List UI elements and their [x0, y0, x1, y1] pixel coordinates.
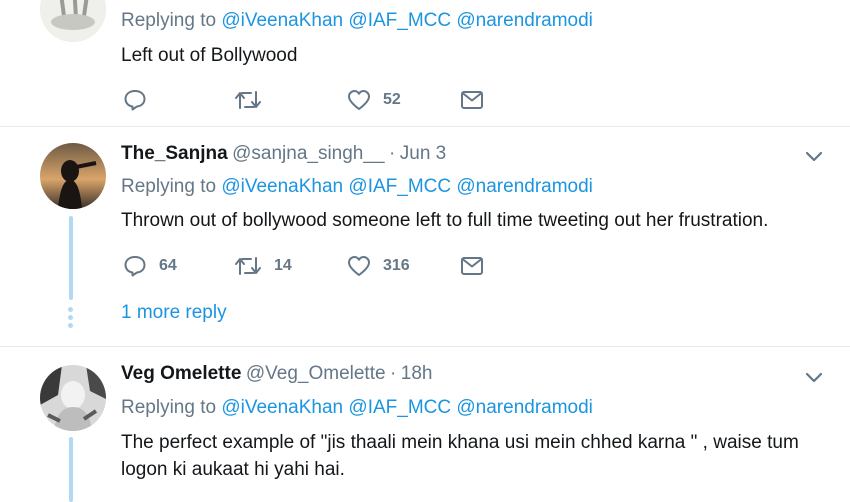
- display-name[interactable]: The_Sanjna: [121, 143, 228, 164]
- heart-icon: [348, 90, 370, 110]
- separator-dot: ·: [390, 363, 397, 384]
- tweet-header: Veg Omelette @Veg_Omelette · 18h: [121, 363, 432, 385]
- mention-link[interactable]: @narendramodi: [456, 176, 593, 197]
- chevron-down-icon[interactable]: [804, 149, 824, 163]
- retweet-icon: [235, 91, 261, 109]
- thread-dots: [68, 307, 74, 331]
- thread-line: [69, 437, 73, 502]
- mention-link[interactable]: @iVeenaKhan: [221, 397, 343, 418]
- user-handle[interactable]: @Veg_Omelette: [246, 363, 386, 384]
- envelope-icon: [461, 91, 483, 109]
- thread-line: [69, 216, 73, 300]
- like-count: 316: [383, 257, 410, 274]
- tweet-text: The perfect example of "jis thaali mein …: [121, 429, 799, 483]
- replying-to-label: Replying to: [121, 176, 217, 197]
- replying-to-label: Replying to: [121, 10, 217, 31]
- dm-button[interactable]: [460, 90, 484, 110]
- envelope-icon: [461, 257, 483, 275]
- display-name[interactable]: Veg Omelette: [121, 363, 241, 384]
- reply-button[interactable]: [123, 89, 147, 111]
- tweet-text: Thrown out of bollywood someone left to …: [121, 210, 769, 231]
- mention-link[interactable]: @narendramodi: [456, 397, 593, 418]
- reply-icon: [124, 90, 146, 111]
- retweet-button[interactable]: [234, 89, 262, 111]
- separator-dot: ·: [388, 143, 396, 164]
- tweet-header: The_Sanjna @sanjna_singh__ · Jun 3: [121, 143, 446, 165]
- heart-icon: [348, 256, 370, 276]
- mention-link[interactable]: @IAF_MCC: [348, 10, 451, 31]
- retweet-icon: [235, 257, 261, 275]
- reply-count: 64: [159, 257, 177, 274]
- avatar[interactable]: [40, 0, 106, 42]
- replying-to: Replying to @iVeenaKhan @IAF_MCC @narend…: [121, 10, 593, 32]
- avatar[interactable]: [40, 365, 106, 431]
- mention-link[interactable]: @iVeenaKhan: [221, 10, 343, 31]
- mention-link[interactable]: @narendramodi: [456, 10, 593, 31]
- retweet-count: 14: [274, 257, 292, 274]
- tweet-timestamp[interactable]: 18h: [401, 363, 433, 384]
- like-button[interactable]: 316: [347, 255, 410, 277]
- tweet-divider: [0, 126, 850, 127]
- user-handle[interactable]: @sanjna_singh__: [232, 143, 384, 164]
- mention-link[interactable]: @iVeenaKhan: [221, 176, 343, 197]
- avatar[interactable]: [40, 143, 106, 209]
- tweet-text: Left out of Bollywood: [121, 45, 298, 66]
- mention-link[interactable]: @IAF_MCC: [348, 397, 451, 418]
- replying-to-label: Replying to: [121, 397, 217, 418]
- tweet-divider: [0, 346, 850, 347]
- retweet-button[interactable]: 14: [234, 255, 292, 277]
- dm-button[interactable]: [460, 256, 484, 276]
- reply-icon: [124, 256, 146, 277]
- like-button[interactable]: 52: [347, 89, 401, 111]
- tweet-text-line: logon ki aukaat hi yahi hai.: [121, 459, 345, 480]
- mention-link[interactable]: @IAF_MCC: [348, 176, 451, 197]
- chevron-down-icon[interactable]: [804, 370, 824, 384]
- replying-to: Replying to @iVeenaKhan @IAF_MCC @narend…: [121, 176, 593, 198]
- tweet-text-line: The perfect example of "jis thaali mein …: [121, 432, 799, 453]
- more-replies-link[interactable]: 1 more reply: [121, 302, 227, 324]
- like-count: 52: [383, 91, 401, 108]
- replying-to: Replying to @iVeenaKhan @IAF_MCC @narend…: [121, 397, 593, 419]
- tweet-timestamp[interactable]: Jun 3: [400, 143, 446, 164]
- reply-button[interactable]: 64: [123, 255, 177, 277]
